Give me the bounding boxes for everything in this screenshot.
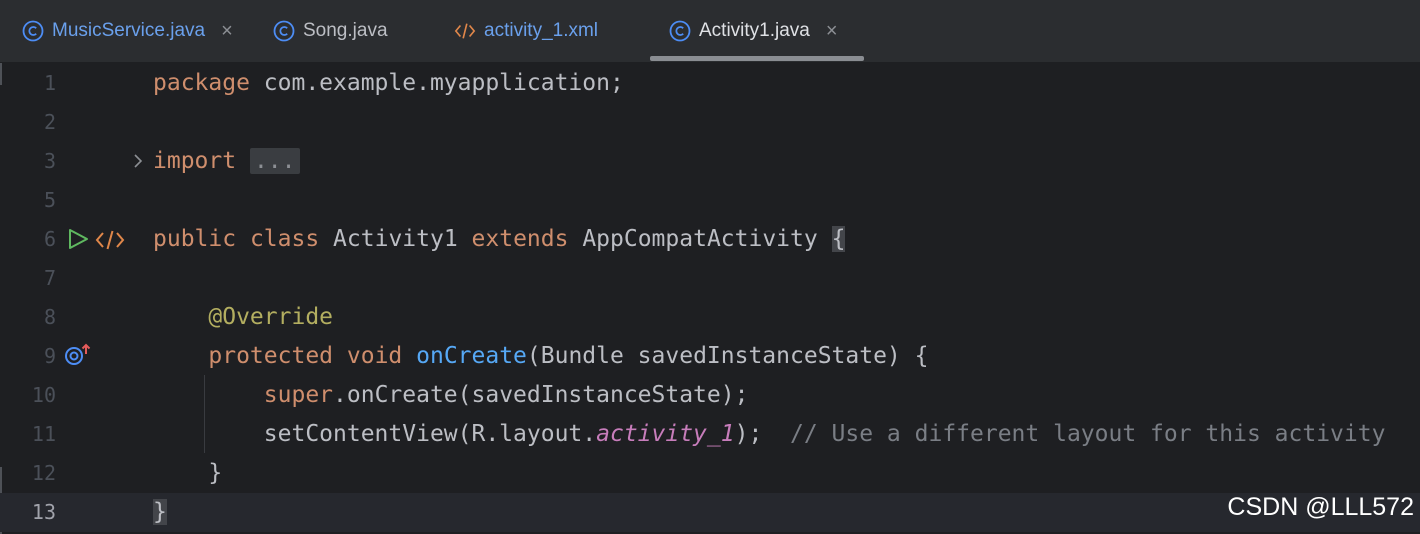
code-line[interactable]: 11 setContentView(R.layout.activity_1); … <box>0 415 1420 454</box>
tab-activity1-java[interactable]: Activity1.java × <box>669 0 838 62</box>
line-number: 1 <box>43 71 56 95</box>
java-class-icon <box>273 20 295 42</box>
code-line[interactable]: 8 @Override <box>0 298 1420 337</box>
matched-brace: } <box>153 499 167 525</box>
line-number: 5 <box>43 188 56 212</box>
matched-brace: { <box>831 226 846 252</box>
code-line-current[interactable]: 13 } <box>0 493 1420 532</box>
code-line[interactable]: 6 public class Activity1 extends AppComp… <box>0 220 1420 259</box>
code-text: package com.example.myapplication; <box>153 64 624 103</box>
code-text: super.onCreate(savedInstanceState); <box>153 376 749 415</box>
xml-icon <box>454 20 476 42</box>
code-text: setContentView(R.layout.activity_1); // … <box>153 415 1386 454</box>
code-text: public class Activity1 extends AppCompat… <box>153 220 846 259</box>
editor-tab-bar: MusicService.java × Song.java activity_1… <box>0 0 1420 63</box>
keyword: public <box>153 226 237 252</box>
code-token: } <box>208 460 223 486</box>
line-number: 9 <box>43 344 56 368</box>
keyword: extends <box>471 226 569 252</box>
override-method-icon[interactable] <box>64 341 94 369</box>
java-class-icon <box>22 20 44 42</box>
code-line[interactable]: 7 <box>0 259 1420 298</box>
tab-activity-1-xml[interactable]: activity_1.xml <box>454 0 598 62</box>
code-editor[interactable]: 1 package com.example.myapplication; 2 3… <box>0 63 1420 534</box>
method-name: onCreate <box>416 343 527 369</box>
keyword: package <box>153 70 250 96</box>
line-number: 6 <box>43 227 56 251</box>
fold-expand-icon[interactable] <box>130 152 146 170</box>
tab-musicservice-java[interactable]: MusicService.java × <box>22 0 233 62</box>
code-text: @Override <box>153 298 333 337</box>
line-number: 13 <box>31 500 56 524</box>
line-number: 2 <box>43 110 56 134</box>
line-number: 11 <box>31 422 56 446</box>
active-tab-indicator <box>650 56 864 61</box>
code-token: com.example.myapplication; <box>249 70 624 96</box>
code-text: protected void onCreate(Bundle savedInst… <box>153 337 928 376</box>
run-icon[interactable] <box>65 226 91 252</box>
code-line[interactable]: 5 <box>0 181 1420 220</box>
resource-field: activity_1 <box>596 421 735 447</box>
keyword: protected <box>208 343 334 369</box>
line-number: 7 <box>43 266 56 290</box>
keyword: super <box>263 382 334 408</box>
code-token: (Bundle savedInstanceState) { <box>526 343 929 369</box>
superclass-name: AppCompatActivity <box>568 226 832 252</box>
xml-layout-icon[interactable] <box>94 227 126 253</box>
class-name: Activity1 <box>319 226 472 252</box>
code-token: .onCreate(savedInstanceState); <box>333 382 749 408</box>
code-line[interactable]: 12 } <box>0 454 1420 493</box>
code-line[interactable]: 1 package com.example.myapplication; <box>0 64 1420 103</box>
close-icon[interactable]: × <box>826 21 838 41</box>
line-number: 8 <box>43 305 56 329</box>
keyword: class <box>249 226 320 252</box>
code-text: import ... <box>153 142 300 181</box>
keyword: void <box>346 343 403 369</box>
close-icon[interactable]: × <box>221 21 233 41</box>
keyword: import <box>153 148 237 174</box>
java-class-icon <box>669 20 691 42</box>
line-number: 10 <box>31 383 56 407</box>
line-number: 3 <box>43 149 56 173</box>
code-line[interactable]: 2 <box>0 103 1420 142</box>
folded-imports[interactable]: ... <box>249 148 300 174</box>
tab-label: Song.java <box>303 20 388 41</box>
code-line[interactable]: 9 protected void onCreate(Bundle savedIn… <box>0 337 1420 376</box>
tab-label: Activity1.java <box>699 20 810 41</box>
code-line[interactable]: 3 import ... <box>0 142 1420 181</box>
code-token: ); <box>734 421 790 447</box>
tab-label: MusicService.java <box>52 20 206 41</box>
code-text: } <box>153 454 222 493</box>
code-token: setContentView(R.layout. <box>263 421 597 447</box>
watermark: CSDN @LLL572 <box>1227 493 1414 521</box>
line-number: 12 <box>31 461 56 485</box>
code-line[interactable]: 10 super.onCreate(savedInstanceState); <box>0 376 1420 415</box>
tab-label: activity_1.xml <box>484 20 599 41</box>
code-text: } <box>153 493 167 532</box>
code-comment: // Use a different layout for this activ… <box>790 421 1386 447</box>
tab-song-java[interactable]: Song.java <box>273 0 388 62</box>
annotation: @Override <box>208 304 334 330</box>
